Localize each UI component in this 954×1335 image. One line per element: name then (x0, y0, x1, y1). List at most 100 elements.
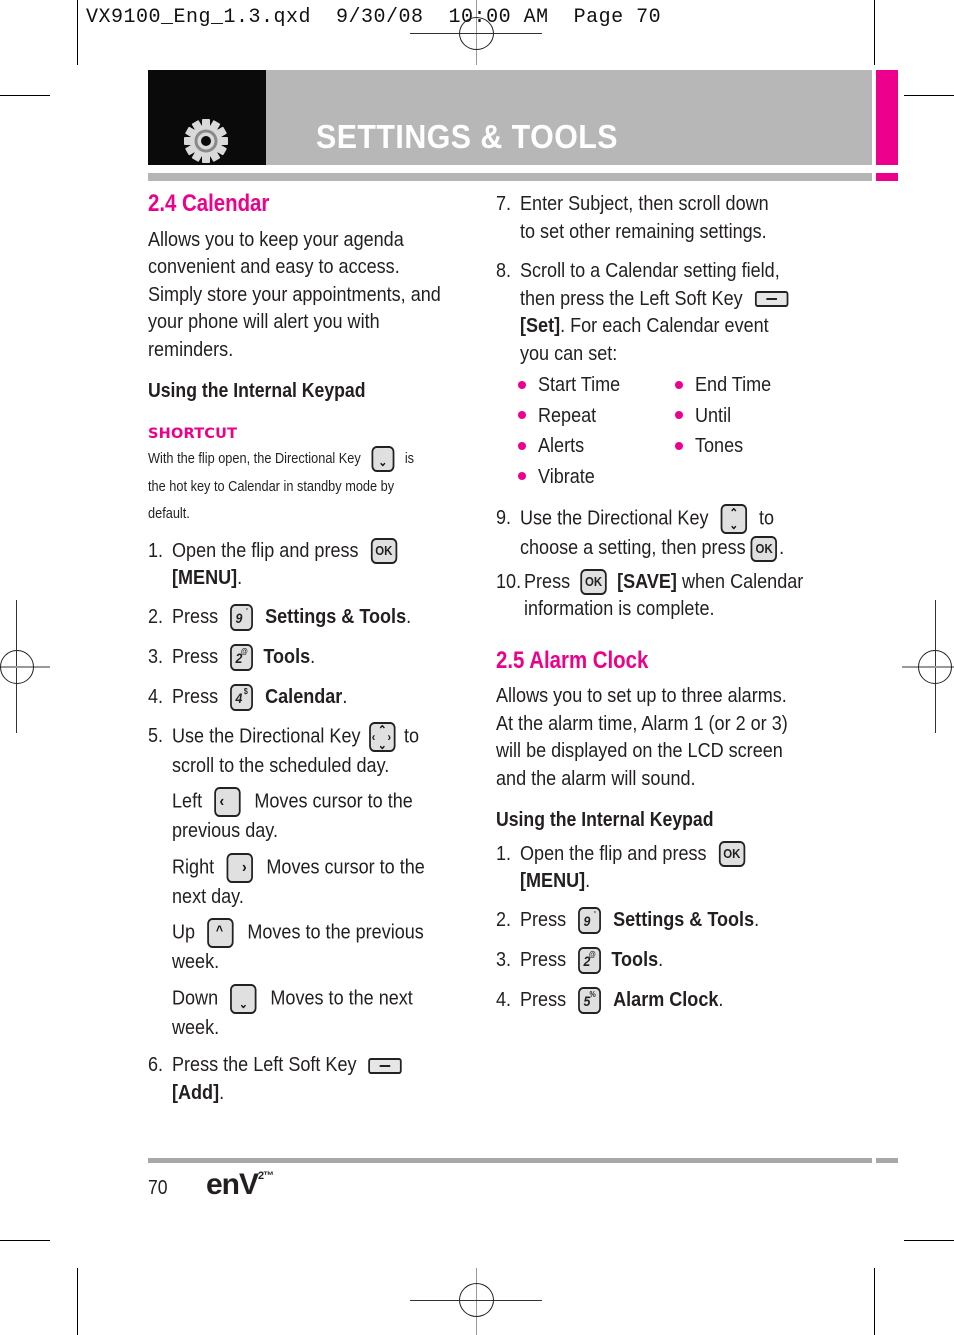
step-text-a: Use the Directional Key (520, 506, 709, 530)
alarm-steps: 1. Open the flip and press OK [MENU]. 2.… (496, 840, 816, 1014)
intro-line: convenient and easy to access. (148, 255, 400, 278)
crop-mark (0, 1240, 50, 1241)
dir-label: Up (172, 920, 196, 944)
step-text: Press the Left Soft Key (172, 1051, 415, 1079)
alarm-intro: Allows you to set up to three alarms. At… (496, 682, 816, 792)
step-text: Press 2 @ Tools. (520, 946, 780, 974)
option-item: Vibrate (518, 463, 675, 491)
directional-key-down-icon: ⌄ (230, 983, 257, 1014)
option-label: Alerts (538, 434, 585, 457)
right-column: 7. Enter Subject, then scroll down to se… (496, 190, 816, 1014)
menu-item-name: Alarm Clock (613, 987, 719, 1011)
dir-desc: Moves to the next (270, 986, 413, 1010)
step-1: 1. Open the flip and press OK [MENU]. (148, 537, 448, 592)
step-4: 4. Press 4 $ Calendar. (148, 683, 448, 711)
intro-line: Simply store your appointments, and (148, 282, 441, 306)
option-item: End Time (675, 371, 815, 399)
crop-mark (874, 1268, 875, 1335)
option-label: Repeat (538, 403, 597, 427)
ok-key-icon: OK (370, 538, 397, 565)
step-text-b: when Calendar (681, 569, 804, 593)
step-text-a: Press (172, 644, 219, 668)
left-column: 2.4 Calendar Allows you to keep your age… (148, 190, 448, 1106)
intro-line: and the alarm will sound. (496, 766, 696, 790)
step-text: Press OK [SAVE] when Calendar (524, 568, 803, 596)
step-text-line2: to set other remaining settings. (520, 219, 767, 243)
step-8: 8. Scroll to a Calendar setting field, t… (496, 257, 816, 367)
crop-mark (77, 1268, 78, 1335)
left-soft-key-icon (754, 291, 789, 308)
step-number: 4. (148, 684, 164, 708)
step-text-a: Open the flip and press (520, 841, 707, 865)
dir-desc2: week. (172, 950, 220, 974)
option-item: Tones (675, 432, 815, 460)
dir-desc2: next day. (172, 884, 244, 908)
page-number: 70 (148, 1177, 168, 1199)
step-text-a: Press (520, 987, 567, 1011)
header-icon-box (148, 70, 266, 165)
dir-desc2: week. (172, 1015, 220, 1039)
step-text: Scroll to a Calendar setting field, (520, 259, 780, 282)
step-text: Open the flip and press OK (172, 537, 415, 565)
step-text: Enter Subject, then scroll down (520, 192, 769, 215)
step-number: 3. (148, 644, 164, 668)
subhead-internal-keypad: Using the Internal Keypad (496, 808, 714, 832)
menu-item-name: Tools (611, 947, 659, 971)
step-text-line2: choose a setting, then press OK. (520, 534, 784, 562)
footer-rule (148, 1158, 872, 1163)
bullet-icon (675, 411, 683, 420)
dir-line: Left ‹ Moves cursor to the (172, 787, 415, 818)
subhead-internal-keypad: Using the Internal Keypad (148, 379, 366, 402)
shortcut-label: SHORTCUT (148, 425, 238, 442)
bullet-icon (518, 441, 526, 450)
alarm-step-4: 4. Press 5% Alarm Clock. (496, 986, 816, 1014)
key-2-icon: 2 @ (578, 946, 602, 974)
option-item: Until (675, 402, 815, 430)
option-item: Repeat (518, 402, 675, 430)
menu-item-name: Calendar (265, 684, 343, 708)
option-label: Until (695, 403, 732, 427)
step-number: 1. (148, 538, 164, 562)
header-rule-accent (876, 173, 898, 181)
calendar-steps: 1. Open the flip and press OK [MENU]. 2.… (148, 537, 448, 1107)
step-9: 9. Use the Directional Key ⌃ ⌄ to choose … (496, 504, 816, 562)
step-text-line2: then press the Left Soft Key (520, 285, 789, 313)
key-symbol: $ (243, 686, 248, 696)
shortcut-text: With the flip open, the Directional Key … (148, 446, 414, 474)
shortcut-text: default. (148, 506, 190, 522)
calendar-intro: Allows you to keep your agenda convenien… (148, 226, 448, 364)
dir-right: Right › Moves cursor to the next day. (148, 852, 448, 911)
step-text-b: to (403, 724, 420, 748)
shortcut-box: SHORTCUT With the flip open, the Directi… (148, 421, 448, 529)
left-soft-key-icon (368, 1057, 403, 1074)
dir-up: Up ^ Moves to the previous week. (148, 918, 448, 976)
brand-name: enV (206, 1168, 259, 1201)
shortcut-text-a: With the flip open, the Directional Key (148, 451, 361, 467)
add-label: [Add] (172, 1080, 220, 1104)
step-text-a: then press the Left Soft Key (520, 286, 743, 310)
step-6: 6. Press the Left Soft Key [Add]. (148, 1051, 448, 1106)
directional-key-right-icon: › (226, 852, 253, 883)
step-text-a: Press (524, 569, 571, 593)
step-text-line2: scroll to the scheduled day. (172, 753, 390, 777)
directional-key-updown-icon: ⌃ ⌄ (720, 504, 747, 534)
key-digit: 9 (583, 912, 591, 929)
step-7: 7. Enter Subject, then scroll down to se… (496, 190, 816, 245)
header-rule (148, 173, 872, 181)
dir-desc: Moves to the previous (247, 920, 424, 944)
intro-line: your phone will alert you with (148, 310, 380, 333)
page-title: SETTINGS & TOOLS (316, 118, 619, 155)
step-text-a: Press (520, 907, 567, 931)
directional-key-icon: ⌃ ⌄ ‹ › (369, 721, 396, 752)
dir-label: Right (172, 855, 215, 879)
crop-mark (904, 1240, 954, 1241)
dir-line: Up ^ Moves to the previous (172, 918, 424, 949)
step-text-a: Press (520, 947, 567, 971)
step-3: 3. Press 2 @ Tools. (148, 643, 448, 671)
key-5-icon: 5% (578, 986, 602, 1014)
step-number: 2. (148, 604, 164, 628)
crop-mark (874, 0, 875, 65)
ok-key-icon: OK (750, 535, 778, 562)
gear-icon (184, 119, 228, 163)
step-text-b: to (759, 506, 775, 530)
